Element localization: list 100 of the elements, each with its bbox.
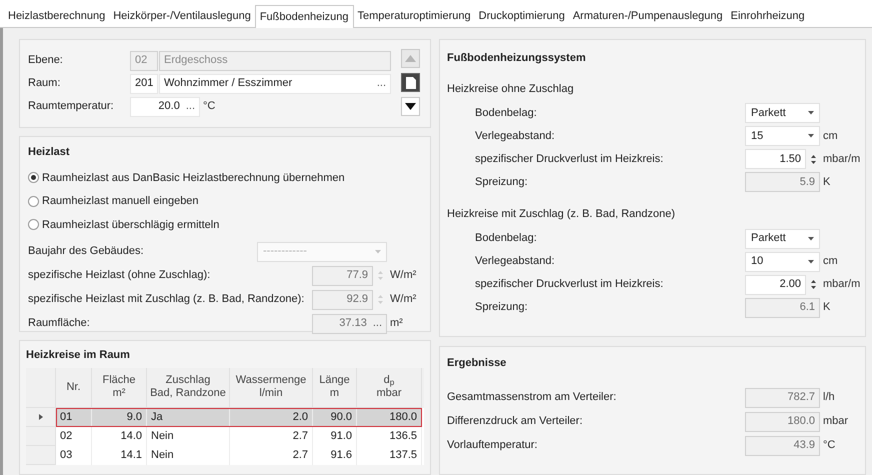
unit-label: cm bbox=[823, 130, 838, 142]
readonly-field: 5.9 bbox=[745, 172, 820, 192]
table-row[interactable]: 01 9.0 Ja 2.0 90.0 180.0 bbox=[56, 408, 422, 426]
radio-button[interactable] bbox=[28, 172, 39, 184]
table-row[interactable]: 02 14.0 Nein 2.7 91.0 136.5 bbox=[56, 426, 422, 446]
field-label: spezifischer Druckverlust im Heizkreis: bbox=[475, 152, 664, 167]
unit-label: K bbox=[823, 301, 830, 314]
field-label: Verlegeabstand: bbox=[475, 128, 556, 144]
dropdown[interactable]: Parkett bbox=[745, 103, 820, 123]
table-cell: Nein bbox=[147, 446, 230, 464]
radio-button[interactable] bbox=[28, 196, 39, 207]
field-label: Verlegeabstand: bbox=[475, 254, 556, 270]
field-label: Vorlauftemperatur: bbox=[447, 438, 538, 454]
section-title: Fußbodenheizungssystem bbox=[447, 51, 587, 66]
caret-icon bbox=[808, 111, 814, 115]
dropdown-value: Parkett bbox=[751, 106, 786, 121]
unit-label: m² bbox=[390, 317, 403, 330]
field-label: Differenzdruck am Verteiler: bbox=[447, 414, 584, 430]
tab[interactable]: Heizlastberechnung bbox=[4, 6, 110, 27]
dropdown[interactable]: 10 bbox=[745, 252, 820, 272]
row-pointer-icon bbox=[38, 414, 42, 420]
dropdown-value: 15 bbox=[751, 128, 764, 144]
field-label: Raumfläche: bbox=[28, 316, 91, 332]
radio-label: Raumheizlast manuell eingeben bbox=[42, 194, 199, 209]
unit-label: K bbox=[823, 176, 830, 188]
tab[interactable]: Fußbodenheizung bbox=[254, 5, 354, 28]
temperature-field[interactable]: 20.0 ... bbox=[130, 96, 200, 116]
radio-button[interactable] bbox=[28, 219, 39, 230]
caret-icon bbox=[375, 250, 381, 254]
field-label: spezifische Heizlast (ohne Zuschlag): bbox=[28, 268, 212, 284]
unit-label: mbar bbox=[823, 415, 848, 428]
group-title: Heizkreise mit Zuschlag (z. B. Bad, Randzone) bbox=[447, 207, 676, 222]
section-title: Heizlast bbox=[28, 145, 71, 160]
code-field: 02 bbox=[130, 50, 158, 70]
dropdown-value: 10 bbox=[751, 254, 764, 270]
section-title: Heizkreise im Raum bbox=[26, 348, 131, 363]
name-field[interactable]: Wohnzimmer / Esszimmer ... bbox=[159, 74, 391, 94]
field-label: Gesamtmassenstrom am Verteiler: bbox=[447, 390, 618, 406]
dropdown[interactable]: Parkett bbox=[745, 228, 820, 248]
field-label: Ebene: bbox=[28, 53, 64, 68]
tab[interactable]: Temperaturoptimierung bbox=[354, 6, 475, 27]
table-cell: 14.1 bbox=[92, 446, 147, 464]
unit-label: W/m² bbox=[390, 293, 416, 306]
tab[interactable]: Druckoptimierung bbox=[474, 6, 569, 27]
radio-label: Raumheizlast aus DanBasic Heizlastberechnung übernehmen bbox=[42, 170, 345, 186]
readonly-field: 782.7 bbox=[745, 388, 820, 408]
field-label: spezifischer Druckverlust im Heizkreis: bbox=[475, 277, 664, 292]
down-triangle-icon bbox=[405, 103, 416, 110]
down-arrow-icon bbox=[810, 286, 816, 289]
field-label: Raumtemperatur: bbox=[28, 99, 115, 114]
up-triangle-icon bbox=[405, 55, 416, 62]
caret-icon bbox=[808, 260, 814, 264]
up-arrow-icon bbox=[378, 271, 382, 274]
dropdown-value: Parkett bbox=[751, 231, 786, 246]
up-arrow-icon bbox=[810, 154, 816, 158]
group-title: Heizkreise ohne Zuschlag bbox=[447, 82, 575, 96]
number-field[interactable]: 2.00 bbox=[745, 274, 806, 294]
row-header[interactable] bbox=[26, 408, 56, 426]
up-arrow-icon bbox=[810, 280, 816, 283]
caret-icon bbox=[808, 134, 814, 138]
table-cell: 137.5 bbox=[357, 446, 422, 464]
name-field: Erdgeschoss bbox=[159, 50, 391, 70]
unit-label: W/m² bbox=[390, 269, 416, 282]
unit-label: mbar/m bbox=[823, 278, 860, 290]
up-arrow-icon bbox=[378, 295, 382, 298]
browse-button[interactable]: ... bbox=[376, 75, 386, 92]
down-arrow-icon bbox=[378, 277, 382, 280]
field-label: Bodenbelag: bbox=[475, 106, 538, 121]
unit-label: l/h bbox=[823, 391, 835, 404]
readonly-field: 43.9 bbox=[745, 436, 820, 456]
document-icon bbox=[406, 76, 416, 88]
radio-label: Raumheizlast überschlägig ermitteln bbox=[42, 218, 220, 232]
dropdown-value: ------------ bbox=[263, 244, 307, 260]
unit-label: °C bbox=[823, 439, 836, 452]
field-label: Spreizung: bbox=[475, 300, 529, 316]
caret-icon bbox=[808, 236, 814, 240]
field-label: Baujahr des Gebäudes: bbox=[28, 244, 145, 260]
browse-button[interactable]: ... bbox=[186, 98, 195, 115]
down-arrow-icon bbox=[378, 301, 382, 304]
tab[interactable]: Armaturen-/Pumpenauslegung bbox=[568, 6, 727, 27]
section-title: Ergebnisse bbox=[447, 356, 508, 371]
dropdown[interactable]: 15 bbox=[745, 126, 820, 146]
unit-label: °C bbox=[203, 99, 216, 114]
number-field[interactable]: 1.50 bbox=[745, 149, 806, 169]
document-button[interactable] bbox=[401, 73, 420, 92]
unit-label: mbar/m bbox=[823, 152, 860, 165]
table-cell: 2.7 bbox=[230, 446, 313, 464]
readonly-field: 180.0 bbox=[745, 412, 820, 432]
field-label: Spreizung: bbox=[475, 174, 529, 190]
down-arrow-icon bbox=[810, 160, 816, 164]
unit-label: cm bbox=[823, 255, 838, 268]
field-label: Bodenbelag: bbox=[475, 231, 538, 246]
readonly-field: 6.1 bbox=[745, 298, 820, 318]
table-cell: 03 bbox=[56, 446, 92, 464]
tab[interactable]: Heizkörper-/Ventilauslegung bbox=[109, 6, 255, 27]
tab[interactable]: Einrohrheizung bbox=[726, 6, 809, 27]
up-button[interactable] bbox=[401, 49, 420, 68]
table-cell: 91.6 bbox=[313, 446, 357, 464]
down-button[interactable] bbox=[401, 97, 420, 116]
code-field[interactable]: 201 bbox=[130, 74, 158, 94]
